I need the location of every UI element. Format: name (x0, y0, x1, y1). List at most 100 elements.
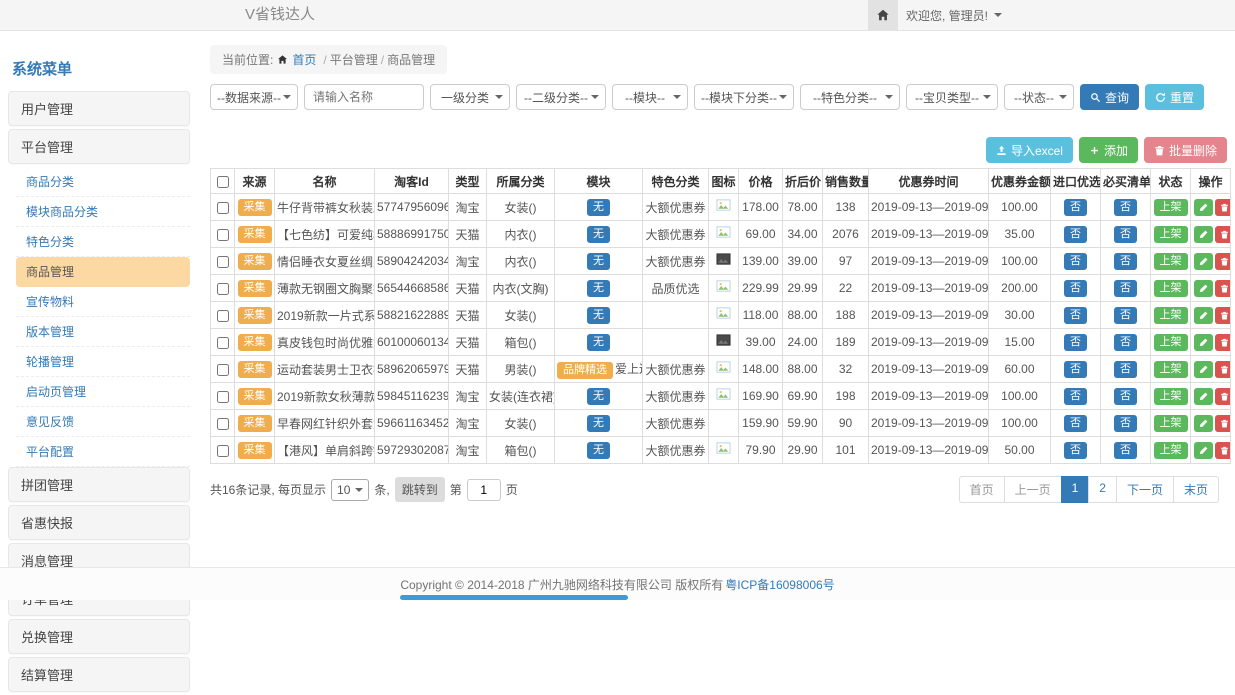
sidebar-item-14[interactable]: 省惠快报 (8, 505, 190, 540)
sidebar-item-7[interactable]: 宣传物料 (16, 287, 190, 317)
delete-button[interactable] (1215, 334, 1231, 351)
row-checkbox[interactable] (217, 283, 229, 295)
import-select-toggle[interactable]: 否 (1064, 388, 1087, 405)
icp-link[interactable]: 粤ICP备16098006号 (725, 576, 834, 593)
status-toggle[interactable]: 上架 (1154, 307, 1188, 324)
delete-button[interactable] (1215, 280, 1231, 297)
delete-button[interactable] (1215, 361, 1231, 378)
filter-select-8[interactable]: --状态-- (1004, 84, 1074, 110)
must-buy-toggle[interactable]: 否 (1114, 307, 1137, 324)
sidebar-item-3[interactable]: 商品分类 (16, 167, 190, 197)
status-toggle[interactable]: 上架 (1154, 280, 1188, 297)
sidebar-item-1[interactable]: 用户管理 (8, 91, 190, 126)
must-buy-toggle[interactable]: 否 (1114, 280, 1137, 297)
must-buy-toggle[interactable]: 否 (1114, 442, 1137, 459)
user-menu[interactable]: 欢迎您, 管理员! (906, 0, 1002, 30)
sidebar-item-9[interactable]: 轮播管理 (16, 347, 190, 377)
must-buy-toggle[interactable]: 否 (1114, 226, 1137, 243)
name-search-input[interactable] (304, 84, 424, 110)
import-select-toggle[interactable]: 否 (1064, 199, 1087, 216)
jump-button[interactable]: 跳转到 (395, 477, 445, 502)
status-toggle[interactable]: 上架 (1154, 415, 1188, 432)
sidebar-item-18[interactable]: 结算管理 (8, 657, 190, 692)
per-page-select[interactable]: 10 (331, 479, 369, 501)
delete-button[interactable] (1215, 253, 1231, 270)
sidebar-item-13[interactable]: 拼团管理 (8, 467, 190, 502)
delete-button[interactable] (1215, 226, 1231, 243)
edit-button[interactable] (1194, 280, 1213, 297)
import-select-toggle[interactable]: 否 (1064, 334, 1087, 351)
delete-button[interactable] (1215, 199, 1231, 216)
edit-button[interactable] (1194, 307, 1213, 324)
breadcrumb-home-link[interactable]: 首页 (292, 51, 316, 68)
edit-button[interactable] (1194, 361, 1213, 378)
row-checkbox[interactable] (217, 229, 229, 241)
sidebar-item-2[interactable]: 平台管理 (8, 129, 190, 164)
row-checkbox[interactable] (217, 445, 229, 457)
page-button-2[interactable]: 上一页 (1004, 476, 1062, 503)
row-checkbox[interactable] (217, 337, 229, 349)
status-toggle[interactable]: 上架 (1154, 226, 1188, 243)
must-buy-toggle[interactable]: 否 (1114, 199, 1137, 216)
reset-button[interactable]: 重置 (1145, 84, 1204, 110)
filter-select-2[interactable]: 一级分类 (430, 84, 510, 110)
row-checkbox[interactable] (217, 256, 229, 268)
sidebar-item-6[interactable]: 商品管理 (16, 257, 190, 287)
import-select-toggle[interactable]: 否 (1064, 442, 1087, 459)
delete-button[interactable] (1215, 442, 1231, 459)
import-select-toggle[interactable]: 否 (1064, 280, 1087, 297)
edit-button[interactable] (1194, 415, 1213, 432)
page-button-4[interactable]: 2 (1088, 476, 1117, 503)
status-toggle[interactable]: 上架 (1154, 442, 1188, 459)
filter-select-5[interactable]: --模块下分类-- (694, 84, 794, 110)
row-checkbox[interactable] (217, 364, 229, 376)
edit-button[interactable] (1194, 388, 1213, 405)
sidebar-item-5[interactable]: 特色分类 (16, 227, 190, 257)
page-button-1[interactable]: 首页 (959, 476, 1005, 503)
filter-select-1[interactable]: --数据来源-- (210, 84, 298, 110)
search-button[interactable]: 查询 (1080, 84, 1139, 110)
edit-button[interactable] (1194, 334, 1213, 351)
batch-delete-button[interactable]: 批量删除 (1144, 137, 1227, 163)
row-checkbox[interactable] (217, 202, 229, 214)
import-excel-button[interactable]: 导入excel (986, 137, 1073, 163)
delete-button[interactable] (1215, 415, 1231, 432)
sidebar-item-10[interactable]: 启动页管理 (16, 377, 190, 407)
add-button[interactable]: 添加 (1079, 137, 1138, 163)
sidebar-item-4[interactable]: 模块商品分类 (16, 197, 190, 227)
status-toggle[interactable]: 上架 (1154, 334, 1188, 351)
must-buy-toggle[interactable]: 否 (1114, 334, 1137, 351)
import-select-toggle[interactable]: 否 (1064, 307, 1087, 324)
must-buy-toggle[interactable]: 否 (1114, 415, 1137, 432)
filter-select-3[interactable]: --二级分类-- (516, 84, 606, 110)
sidebar-item-8[interactable]: 版本管理 (16, 317, 190, 347)
page-button-3[interactable]: 1 (1061, 476, 1090, 503)
row-checkbox[interactable] (217, 418, 229, 430)
status-toggle[interactable]: 上架 (1154, 199, 1188, 216)
status-toggle[interactable]: 上架 (1154, 388, 1188, 405)
sidebar-item-11[interactable]: 意见反馈 (16, 407, 190, 437)
import-select-toggle[interactable]: 否 (1064, 415, 1087, 432)
edit-button[interactable] (1194, 442, 1213, 459)
sidebar-item-12[interactable]: 平台配置 (16, 437, 190, 467)
home-button[interactable] (868, 0, 898, 30)
status-toggle[interactable]: 上架 (1154, 361, 1188, 378)
page-input[interactable] (467, 479, 501, 501)
page-button-6[interactable]: 末页 (1173, 476, 1219, 503)
select-all-checkbox[interactable] (217, 176, 229, 188)
filter-select-4[interactable]: --模块-- (612, 84, 688, 110)
filter-select-6[interactable]: --特色分类-- (800, 84, 900, 110)
sidebar-item-17[interactable]: 兑换管理 (8, 619, 190, 654)
import-select-toggle[interactable]: 否 (1064, 361, 1087, 378)
delete-button[interactable] (1215, 388, 1231, 405)
status-toggle[interactable]: 上架 (1154, 253, 1188, 270)
row-checkbox[interactable] (217, 310, 229, 322)
edit-button[interactable] (1194, 226, 1213, 243)
import-select-toggle[interactable]: 否 (1064, 253, 1087, 270)
page-button-5[interactable]: 下一页 (1116, 476, 1174, 503)
filter-select-7[interactable]: --宝贝类型-- (906, 84, 998, 110)
edit-button[interactable] (1194, 253, 1213, 270)
row-checkbox[interactable] (217, 391, 229, 403)
bottom-scrollbar[interactable] (400, 595, 628, 600)
must-buy-toggle[interactable]: 否 (1114, 361, 1137, 378)
